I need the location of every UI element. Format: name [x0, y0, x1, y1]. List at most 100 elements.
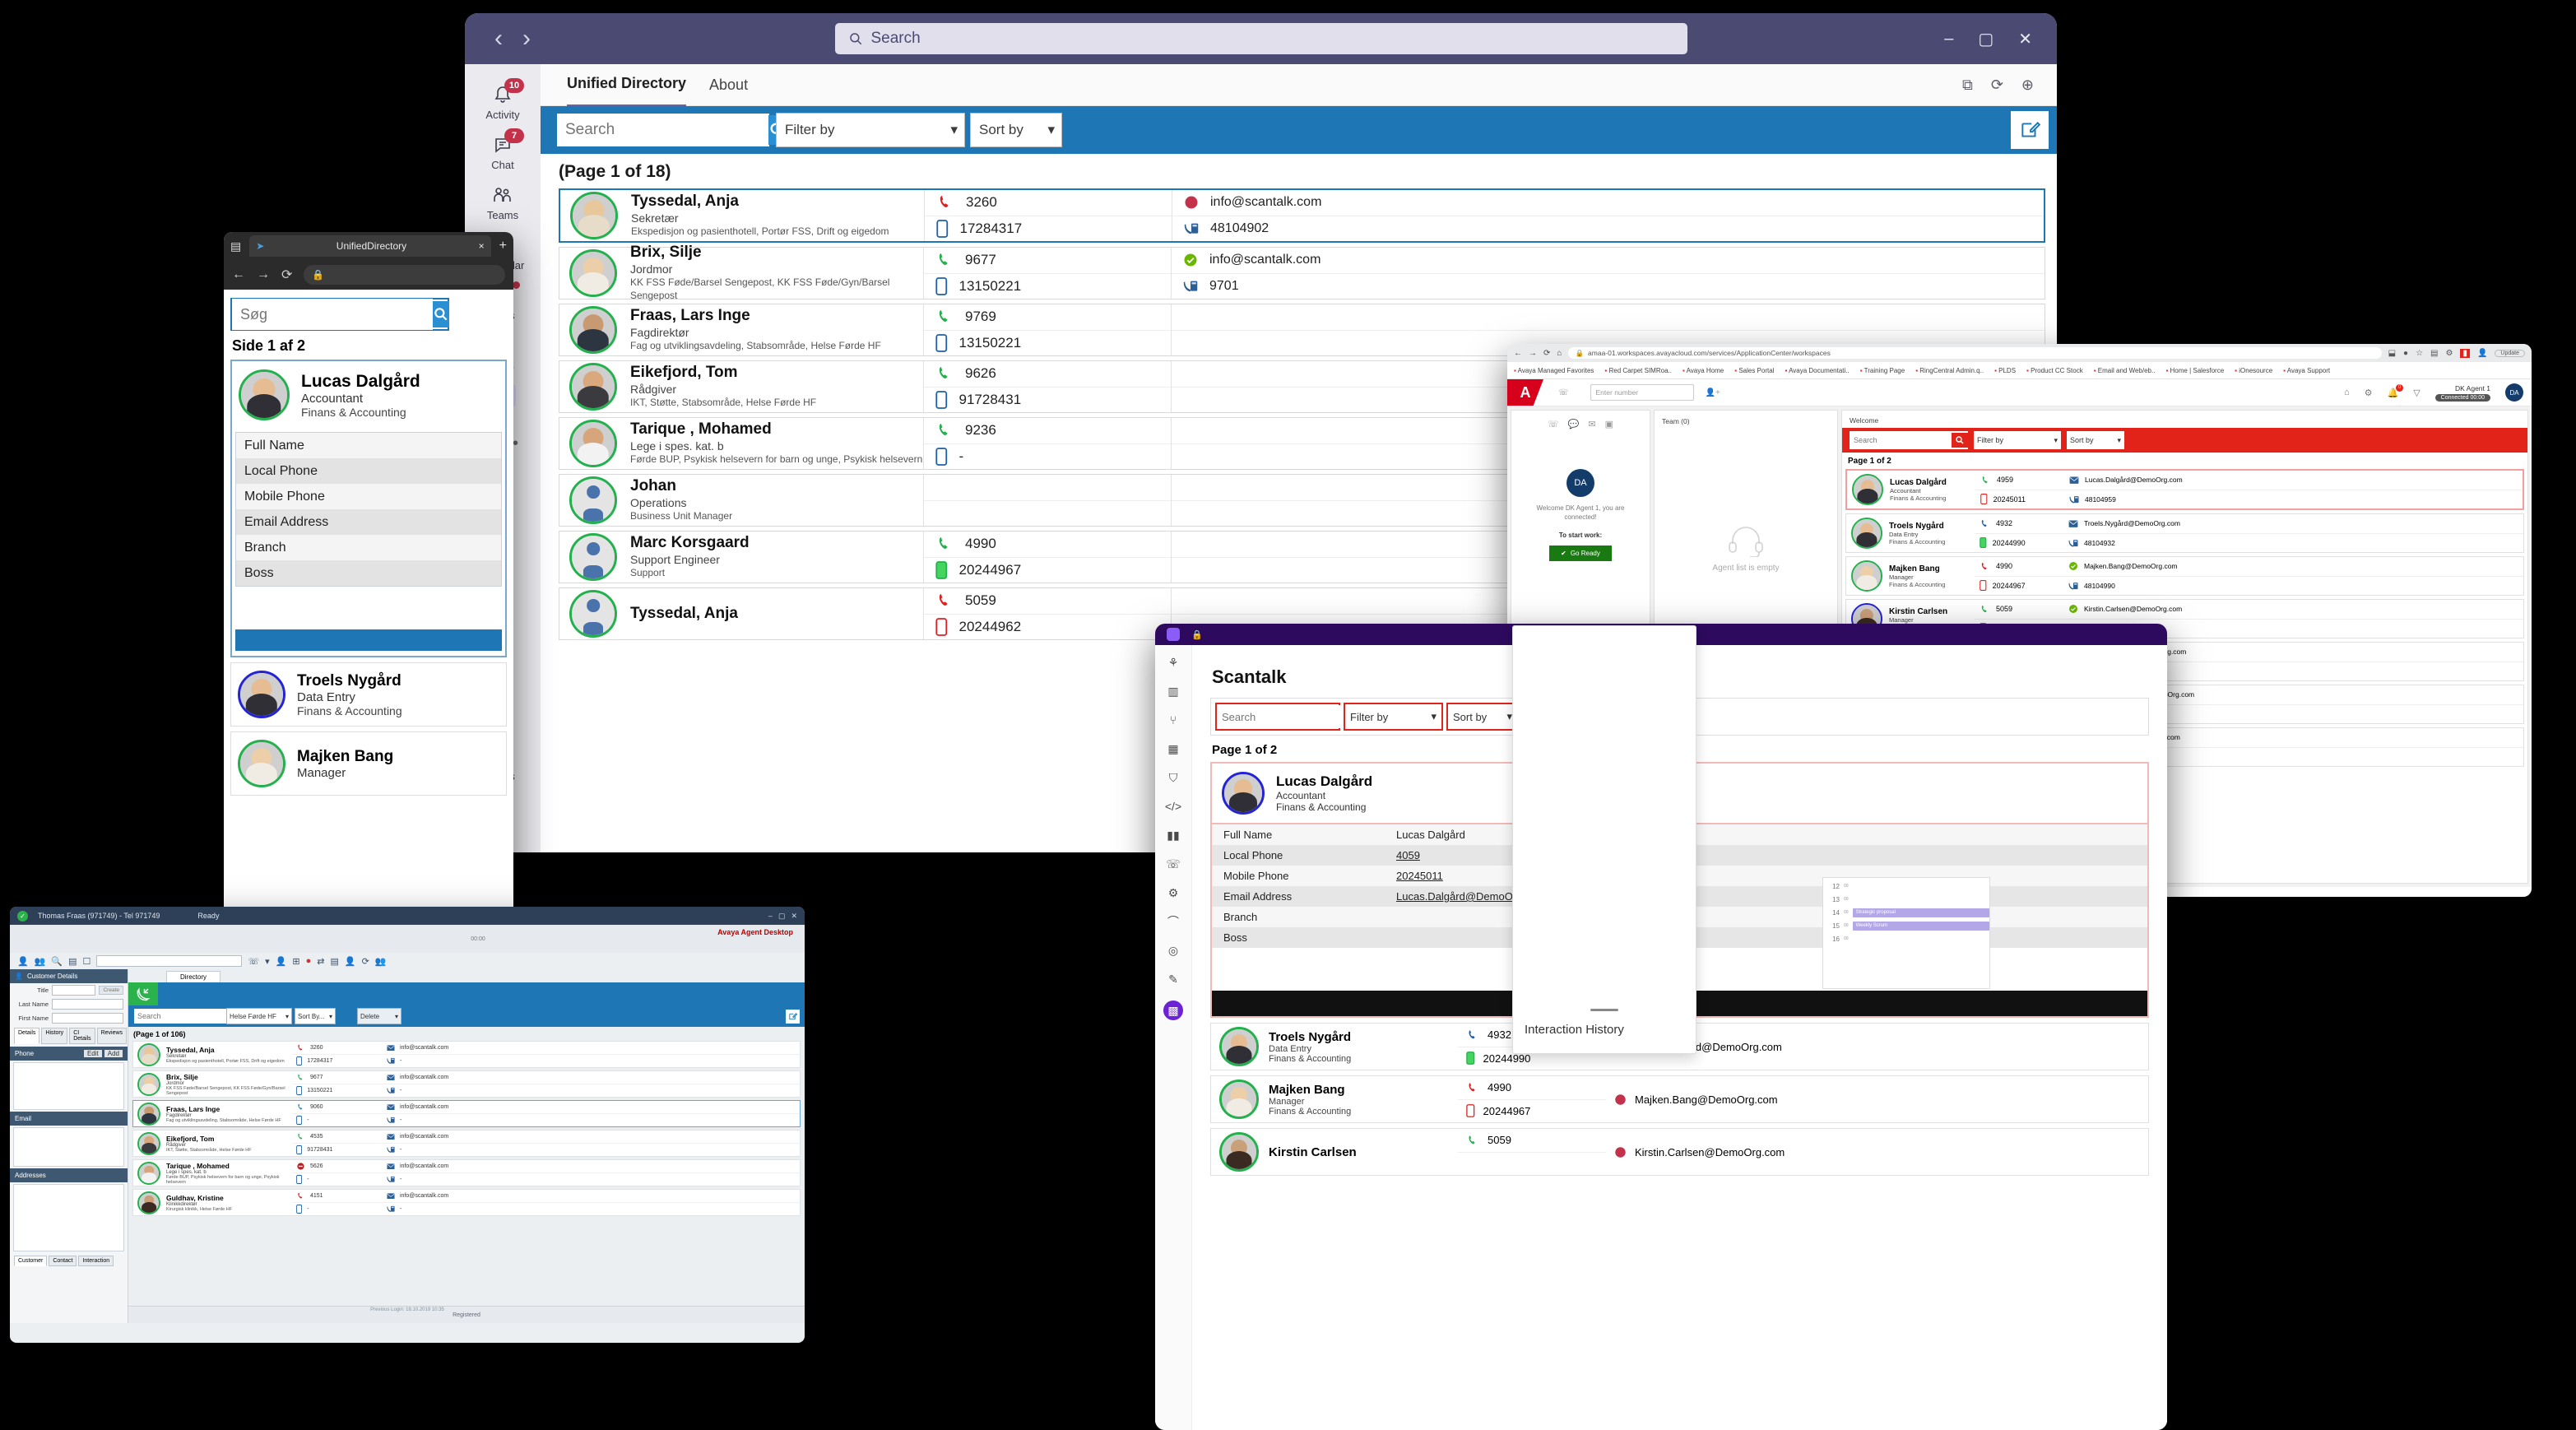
enter-number-input[interactable]: Enter number — [1590, 384, 1694, 401]
contact-mobile-row[interactable]: 20245011 — [1975, 489, 2064, 509]
calendar-slot[interactable]: 12 00 — [1825, 880, 1989, 893]
user-icon[interactable]: 👤 — [17, 956, 29, 967]
update-button[interactable]: Update — [2495, 349, 2525, 357]
close-icon[interactable]: ✕ — [2018, 29, 2032, 49]
book-icon[interactable]: ▤ — [68, 956, 77, 967]
shield-icon[interactable]: ⛉ — [1164, 770, 1182, 785]
contact-list[interactable]: Tyssedal, Anja Sekretær Ekspedisjon og p… — [128, 1041, 805, 1306]
filter-by-select[interactable]: Filter by ▾ — [1344, 703, 1443, 731]
contact-phone-row[interactable]: 5626 — [292, 1160, 383, 1172]
contact-email-row[interactable]: info@scantalk.com — [383, 1160, 800, 1172]
search-button[interactable] — [1952, 433, 1968, 448]
filter-by-select[interactable]: Helse Førde HF ▾ — [226, 1008, 292, 1024]
settings-icon[interactable]: ⚙ — [2445, 349, 2453, 358]
contact-identity[interactable]: Tarique , Mohamed Lege i spes. kat. b Fø… — [133, 1160, 292, 1186]
contact-identity[interactable]: Troels Nygård Data Entry Finans & Accoun… — [1846, 514, 1975, 552]
contact-identity[interactable]: Kirstin Carlsen — [1211, 1129, 1458, 1175]
contact-phone-row[interactable]: 9626 — [924, 361, 1171, 387]
browser-tab[interactable]: ➤ UnifiedDirectory × — [249, 235, 491, 257]
form-field-row[interactable]: Last Name — [10, 997, 128, 1011]
contact-identity[interactable]: Troels Nygård Data Entry Finans & Accoun… — [1211, 1024, 1458, 1070]
table-row[interactable]: Lucas Dalgård Accountant Finans & Accoun… — [1845, 469, 2524, 510]
contact-other-row[interactable]: - — [383, 1202, 800, 1215]
contact-phone-row[interactable]: 5059 — [924, 588, 1171, 614]
contact-mobile-row[interactable]: 20244967 — [924, 556, 1171, 583]
contact-mobile-row[interactable]: 20244967 — [1975, 575, 2063, 596]
user-add-icon[interactable]: 👥 — [35, 956, 46, 967]
sidebar-item-teams[interactable]: Teams — [470, 176, 536, 226]
contact-email-row[interactable]: info@scantalk.com — [383, 1131, 800, 1143]
contact-phone-row[interactable]: 4990 — [1458, 1076, 1606, 1099]
contact-email-row[interactable] — [1172, 304, 2045, 330]
back-icon[interactable]: ← — [232, 267, 245, 282]
contact-email-row[interactable]: Troels.Nygård@DemoOrg.com — [2063, 514, 2523, 533]
gear-icon[interactable]: ⚙ — [1164, 885, 1182, 900]
contact-identity[interactable]: Guldhav, Kristine Klinikkdirektør Kirurg… — [133, 1190, 292, 1215]
home-icon[interactable]: ⌂ — [1557, 349, 1562, 358]
email-list[interactable] — [13, 1127, 124, 1167]
contact-phone-row[interactable]: 4959 — [1975, 471, 2064, 490]
contact-other-row[interactable]: 48104932 — [2063, 532, 2523, 553]
code-icon[interactable]: </> — [1164, 799, 1182, 814]
tab-about[interactable]: About — [709, 64, 748, 105]
popout-icon[interactable]: ⧉ — [1962, 77, 1973, 94]
sort-by-select[interactable]: Sort By... ▾ — [295, 1008, 336, 1024]
sort-by-select[interactable]: Sort by ▾ — [2065, 429, 2126, 451]
contact-identity[interactable]: Tarique , Mohamed Lege i spes. kat. b Fø… — [559, 418, 923, 469]
teams-global-search[interactable]: Search — [834, 23, 1687, 54]
bookmarks-bar[interactable]: ▪ Avaya Managed Favorites ▪ Red Carpet SI… — [1507, 362, 2532, 379]
contact-phone-row[interactable]: 3260 — [925, 190, 1172, 216]
contact-mobile-row[interactable] — [1458, 1151, 1606, 1176]
go-ready-button[interactable]: ✔ Go Ready — [1549, 546, 1612, 562]
field-input[interactable] — [52, 999, 123, 1010]
refresh-icon[interactable]: ⟳ — [1991, 77, 2003, 94]
compose-button[interactable] — [785, 1008, 801, 1024]
maximize-icon[interactable]: ▢ — [778, 912, 786, 921]
gear-icon[interactable]: ⚙ — [2365, 388, 2373, 398]
contact-identity[interactable]: Johan Operations Business Unit Manager — [559, 475, 923, 526]
contact-email-row[interactable]: info@scantalk.com — [1172, 248, 2045, 273]
extensions-icon[interactable]: ⬓ — [2388, 349, 2396, 358]
table-row[interactable]: Brix, Silje Jordmor KK FSS Føde/Barsel S… — [132, 1070, 801, 1098]
toolbar-input[interactable] — [96, 955, 243, 967]
call-icon[interactable]: ☏ — [248, 956, 259, 967]
contact-identity[interactable]: Majken Bang Manager Finans & Accounting — [1846, 557, 1975, 595]
contact-identity[interactable]: Fraas, Lars Inge Fagdirektør Fag og utvi… — [133, 1101, 292, 1126]
table-row[interactable]: Tyssedal, Anja Sekretær Ekspedisjon og p… — [132, 1041, 801, 1068]
customer-tabs[interactable]: Details History CI Details Reviews — [10, 1025, 128, 1047]
queue-icon[interactable]: ⊞ — [292, 956, 299, 967]
contact-email-row[interactable]: info@scantalk.com — [383, 1042, 800, 1054]
contact-email-row[interactable]: info@scantalk.com — [383, 1190, 800, 1202]
bottom-tab-interaction[interactable]: Interaction — [78, 1256, 114, 1266]
contact-mobile-row[interactable]: 13150221 — [292, 1084, 383, 1097]
calendar-event[interactable]: Weekly Scrum — [1852, 921, 1989, 931]
sidebar-item-chat[interactable]: 7 Chat — [470, 126, 536, 176]
tab-directory[interactable]: Directory — [166, 971, 221, 982]
mini-contact-list[interactable]: Troels Nygård Data Entry Finans & Accoun… — [230, 662, 507, 796]
bookmark-item[interactable]: ▪ PLDS — [1994, 367, 2016, 374]
search-field[interactable] — [230, 298, 449, 331]
close-icon[interactable]: × — [479, 240, 485, 252]
contact-other-row[interactable]: - — [383, 1113, 800, 1126]
contact-phone-row[interactable]: 4932 — [1975, 514, 2063, 533]
contact-phone-row[interactable]: 5059 — [1975, 600, 2063, 619]
form-field-row[interactable]: First Name — [10, 1011, 128, 1025]
table-row[interactable]: Kirstin Carlsen 5059 Kirstin.Carlsen@Dem… — [1210, 1128, 2149, 1176]
bookmark-item[interactable]: ▪ Training Page — [1860, 367, 1905, 374]
more-options-icon[interactable]: ⊕ — [2021, 77, 2034, 94]
contact-phone-row[interactable]: 9769 — [924, 304, 1171, 330]
calendar-slot[interactable]: 15 00 Weekly Scrum — [1825, 919, 1989, 932]
contact-mobile-row[interactable] — [924, 499, 1171, 527]
search-input[interactable] — [557, 114, 768, 146]
bookmark-item[interactable]: ▪ Avaya Documentati.. — [1785, 367, 1849, 374]
notifications-icon[interactable]: 🔔 0 — [2388, 383, 2404, 398]
bookmark-item[interactable]: ▪ Sales Portal — [1734, 367, 1774, 374]
field-input[interactable] — [52, 1013, 123, 1024]
contact-phone-row[interactable]: 3260 — [292, 1042, 383, 1054]
contact-phone-row[interactable] — [924, 475, 1171, 500]
tab-list-icon[interactable]: ▤ — [230, 239, 241, 253]
table-row[interactable]: Tyssedal, Anja Sekretær Ekspedisjon og p… — [559, 188, 2045, 243]
contact-other-row[interactable]: 48104902 — [1172, 215, 2044, 242]
avatar[interactable]: DA — [2505, 383, 2523, 402]
search-input[interactable] — [134, 1009, 235, 1024]
